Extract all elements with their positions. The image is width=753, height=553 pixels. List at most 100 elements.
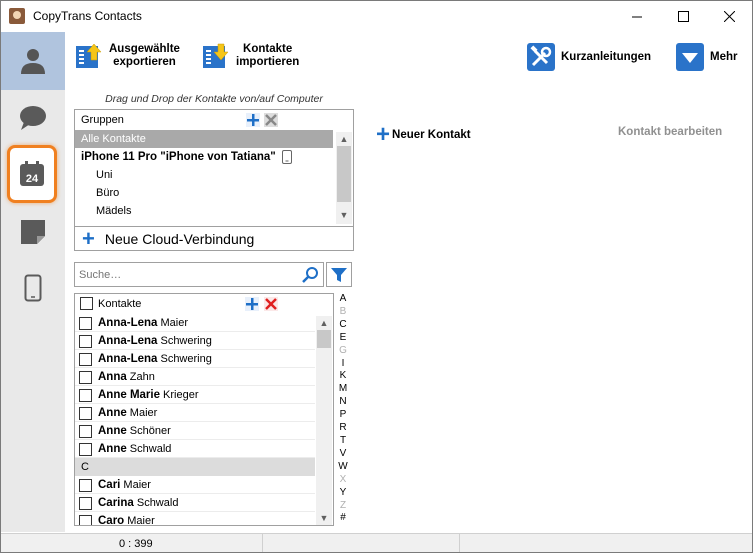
scroll-down-icon[interactable]: ▼: [336, 208, 352, 222]
contact-checkbox[interactable]: [79, 496, 92, 510]
more-button[interactable]: Mehr: [676, 43, 737, 71]
scroll-down-icon[interactable]: ▼: [316, 511, 332, 525]
sidebar-item-messages[interactable]: [11, 92, 55, 144]
group-maedels[interactable]: Mädels: [75, 202, 353, 220]
contact-last-name: Schöner: [126, 425, 171, 437]
filter-icon: [331, 267, 347, 282]
alphabet-letter[interactable]: #: [336, 512, 350, 525]
minimize-icon: [631, 16, 642, 18]
contact-first-name: Anna-Lena: [98, 317, 158, 329]
contact-checkbox[interactable]: [79, 352, 92, 366]
contact-checkbox[interactable]: [79, 478, 92, 492]
contact-first-name: Caro: [98, 515, 125, 526]
dropdown-arrow-icon: [676, 43, 704, 71]
maximize-button[interactable]: [660, 1, 706, 32]
tools-icon: [527, 43, 555, 71]
contact-checkbox[interactable]: [79, 406, 92, 420]
new-cloud-connection-button[interactable]: + Neue Cloud-Verbindung: [74, 226, 354, 251]
alphabet-letter[interactable]: I: [336, 358, 350, 371]
contact-row[interactable]: Cari Maier: [75, 476, 315, 494]
delete-contact-button[interactable]: [264, 297, 278, 311]
contact-checkbox[interactable]: [79, 370, 92, 384]
contact-last-name: Schwald: [126, 443, 172, 455]
scroll-thumb[interactable]: [337, 146, 351, 202]
more-label: Mehr: [710, 51, 738, 63]
title-bar: CopyTrans Contacts: [1, 1, 752, 32]
alphabet-letter[interactable]: P: [336, 409, 350, 422]
calendar-day-label: 24: [26, 173, 39, 185]
group-uni[interactable]: Uni: [75, 166, 353, 184]
groups-scrollbar[interactable]: ▲ ▼: [336, 132, 352, 224]
alphabet-letter[interactable]: B: [336, 306, 350, 319]
contact-checkbox[interactable]: [79, 316, 92, 330]
contacts-header: Kontakte: [75, 294, 333, 314]
alphabet-letter[interactable]: G: [336, 345, 350, 358]
contact-checkbox[interactable]: [79, 388, 92, 402]
sidebar-item-device[interactable]: [11, 262, 55, 314]
contact-row[interactable]: Anna-Lena Schwering: [75, 350, 315, 368]
contact-checkbox[interactable]: [79, 514, 92, 525]
edit-contact-button[interactable]: Kontakt bearbeiten: [618, 126, 722, 138]
search-icon[interactable]: [301, 266, 319, 284]
add-group-button[interactable]: [246, 113, 260, 127]
contact-row[interactable]: Anne Marie Krieger: [75, 386, 315, 404]
contact-first-name: Anna: [98, 371, 127, 383]
alphabet-letter[interactable]: E: [336, 332, 350, 345]
contacts-scrollbar[interactable]: ▲ ▼: [316, 316, 332, 525]
contact-checkbox[interactable]: [79, 442, 92, 456]
export-icon: [75, 42, 103, 70]
contact-first-name: Carina: [98, 497, 134, 509]
sidebar: 24: [1, 32, 65, 532]
contact-row[interactable]: Anne Schwald: [75, 440, 315, 458]
group-buero[interactable]: Büro: [75, 184, 353, 202]
plus-icon: [247, 114, 259, 126]
filter-button[interactable]: [326, 262, 352, 287]
contact-row[interactable]: Anna Zahn: [75, 368, 315, 386]
alphabet-letter[interactable]: X: [336, 474, 350, 487]
alphabet-letter[interactable]: V: [336, 448, 350, 461]
alphabet-letter[interactable]: N: [336, 396, 350, 409]
new-contact-button[interactable]: + Neuer Kontakt: [376, 123, 471, 147]
contact-checkbox[interactable]: [79, 334, 92, 348]
contact-row[interactable]: Anna-Lena Maier: [75, 314, 315, 332]
app-logo-icon: [9, 8, 25, 24]
alphabet-letter[interactable]: Z: [336, 500, 350, 513]
contact-last-name: Maier: [120, 479, 151, 491]
import-label-line2: importieren: [236, 56, 300, 68]
contact-row[interactable]: Anne Schöner: [75, 422, 315, 440]
scroll-up-icon[interactable]: ▲: [336, 132, 352, 146]
alphabet-letter[interactable]: K: [336, 370, 350, 383]
sidebar-item-notes[interactable]: [11, 206, 55, 258]
sidebar-item-calendar[interactable]: 24: [7, 145, 57, 203]
delete-group-button[interactable]: [264, 113, 278, 127]
sidebar-item-contacts[interactable]: [1, 32, 65, 90]
scroll-thumb[interactable]: [317, 330, 331, 348]
group-device[interactable]: iPhone 11 Pro "iPhone von Tatiana": [75, 148, 353, 166]
alphabet-letter[interactable]: R: [336, 422, 350, 435]
contact-checkbox[interactable]: [79, 424, 92, 438]
contact-last-name: Maier: [124, 515, 155, 526]
quick-guides-button[interactable]: Kurzanleitungen: [527, 43, 651, 71]
alphabet-letter[interactable]: C: [336, 319, 350, 332]
note-icon: [21, 220, 45, 244]
contact-row[interactable]: Anna-Lena Schwering: [75, 332, 315, 350]
import-contacts-button[interactable]: Kontakte importieren: [202, 42, 299, 70]
add-contact-button[interactable]: [245, 297, 259, 311]
contact-row[interactable]: Anne Maier: [75, 404, 315, 422]
export-selected-button[interactable]: Ausgewählte exportieren: [75, 42, 180, 70]
contact-row[interactable]: Carina Schwald: [75, 494, 315, 512]
group-all-contacts[interactable]: Alle Kontakte: [75, 130, 333, 148]
scroll-up-icon[interactable]: ▲: [316, 316, 332, 330]
alphabet-letter[interactable]: Y: [336, 487, 350, 500]
alphabet-letter[interactable]: T: [336, 435, 350, 448]
contact-row[interactable]: Caro Maier: [75, 512, 315, 526]
new-contact-label: Neuer Kontakt: [392, 129, 471, 141]
alphabet-letter[interactable]: A: [336, 293, 350, 306]
select-all-checkbox[interactable]: [80, 297, 93, 310]
close-button[interactable]: [706, 1, 752, 32]
alphabet-letter[interactable]: M: [336, 383, 350, 396]
search-input[interactable]: [79, 266, 299, 284]
alphabet-letter[interactable]: W: [336, 461, 350, 474]
delete-icon: [265, 298, 277, 310]
minimize-button[interactable]: [614, 1, 660, 32]
